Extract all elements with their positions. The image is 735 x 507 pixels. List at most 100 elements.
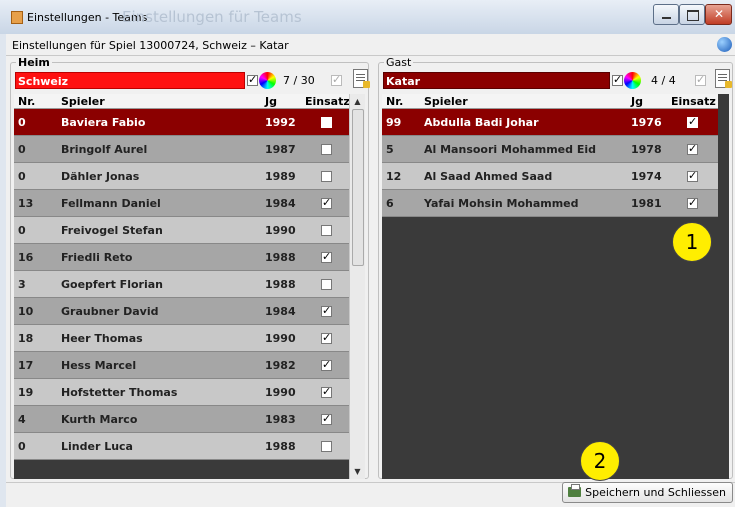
player-row[interactable]: 13 Fellmann Daniel 1984 bbox=[14, 190, 350, 217]
player-jg: 1988 bbox=[265, 278, 296, 291]
close-button[interactable] bbox=[705, 4, 732, 25]
player-name: Graubner David bbox=[61, 305, 159, 318]
player-jg: 1982 bbox=[265, 359, 296, 372]
home-panel: Heim Schweiz 7 / 30 Nr. Spieler Jg Einsa… bbox=[10, 56, 370, 479]
notes-icon[interactable] bbox=[353, 69, 370, 88]
einsatz-checkbox[interactable] bbox=[321, 279, 332, 290]
away-team-checkbox[interactable] bbox=[612, 73, 623, 86]
player-row[interactable]: 18 Heer Thomas 1990 bbox=[14, 325, 350, 352]
col-jg[interactable]: Jg bbox=[631, 95, 643, 108]
scroll-up-icon[interactable]: ▲ bbox=[350, 94, 365, 109]
player-nr: 5 bbox=[386, 143, 394, 156]
player-row[interactable]: 5 Al Mansoori Mohammed Eid 1978 bbox=[382, 136, 718, 163]
player-row[interactable]: 12 Al Saad Ahmed Saad 1974 bbox=[382, 163, 718, 190]
away-select-all-checkbox[interactable] bbox=[695, 73, 706, 86]
einsatz-checkbox[interactable] bbox=[321, 250, 332, 263]
maximize-button[interactable] bbox=[679, 4, 705, 25]
away-rows: 99 Abdulla Badi Johar 1976 5 Al Mansoori Moh… bbox=[382, 109, 718, 217]
col-einsatz[interactable]: Einsatz bbox=[305, 95, 350, 108]
player-row[interactable]: 10 Graubner David 1984 bbox=[14, 298, 350, 325]
minimize-button[interactable] bbox=[653, 4, 679, 25]
player-nr: 0 bbox=[18, 116, 26, 129]
col-spieler[interactable]: Spieler bbox=[424, 95, 468, 108]
color-wheel-icon[interactable] bbox=[624, 72, 641, 89]
col-nr[interactable]: Nr. bbox=[18, 95, 35, 108]
notes-icon[interactable] bbox=[715, 69, 732, 88]
annotation-marker-2: 2 bbox=[580, 441, 620, 481]
player-row[interactable]: 0 Baviera Fabio 1992 bbox=[14, 109, 350, 136]
app-icon bbox=[11, 11, 23, 24]
player-nr: 19 bbox=[18, 386, 34, 399]
player-jg: 1983 bbox=[265, 413, 296, 426]
home-team-checkbox[interactable] bbox=[247, 73, 258, 86]
divider bbox=[6, 55, 735, 56]
player-name: Baviera Fabio bbox=[61, 116, 146, 129]
player-row[interactable]: 6 Yafai Mohsin Mohammed 1981 bbox=[382, 190, 718, 217]
player-nr: 0 bbox=[18, 224, 26, 237]
einsatz-checkbox[interactable] bbox=[321, 358, 332, 371]
einsatz-checkbox[interactable] bbox=[321, 171, 332, 182]
home-scrollbar[interactable]: ▲ ▼ bbox=[349, 94, 365, 479]
scroll-down-icon[interactable]: ▼ bbox=[350, 464, 365, 479]
einsatz-checkbox[interactable] bbox=[321, 196, 332, 209]
einsatz-checkbox[interactable] bbox=[321, 412, 332, 425]
globe-icon[interactable] bbox=[717, 37, 732, 52]
einsatz-checkbox[interactable] bbox=[687, 142, 698, 155]
scroll-thumb[interactable] bbox=[352, 109, 364, 266]
player-name: Dähler Jonas bbox=[61, 170, 140, 183]
einsatz-checkbox[interactable] bbox=[687, 115, 698, 128]
color-wheel-icon[interactable] bbox=[259, 72, 276, 89]
player-row[interactable]: 17 Hess Marcel 1982 bbox=[14, 352, 350, 379]
einsatz-checkbox[interactable] bbox=[321, 117, 332, 128]
player-row[interactable]: 0 Freivogel Stefan 1990 bbox=[14, 217, 350, 244]
player-row[interactable]: 19 Hofstetter Thomas 1990 bbox=[14, 379, 350, 406]
printer-icon bbox=[568, 484, 582, 497]
home-select-all-checkbox[interactable] bbox=[331, 73, 342, 86]
player-jg: 1990 bbox=[265, 332, 296, 345]
player-jg: 1988 bbox=[265, 440, 296, 453]
einsatz-checkbox[interactable] bbox=[321, 385, 332, 398]
player-jg: 1992 bbox=[265, 116, 296, 129]
away-grid-header: Nr. Spieler Jg Einsatz bbox=[382, 94, 718, 109]
dialog-content: Einstellungen für Spiel 13000724, Schwei… bbox=[6, 34, 735, 507]
away-player-grid: Nr. Spieler Jg Einsatz 99 Abdulla Badi Jo… bbox=[382, 94, 729, 479]
save-and-close-button[interactable]: Speichern und Schliessen bbox=[562, 482, 733, 503]
away-player-count: 4 / 4 bbox=[651, 74, 676, 87]
player-row[interactable]: 0 Linder Luca 1988 bbox=[14, 433, 350, 460]
col-jg[interactable]: Jg bbox=[265, 95, 277, 108]
away-team-name[interactable]: Katar bbox=[383, 72, 610, 89]
einsatz-checkbox[interactable] bbox=[321, 441, 332, 452]
away-legend: Gast bbox=[384, 56, 414, 69]
player-jg: 1978 bbox=[631, 143, 662, 156]
player-nr: 4 bbox=[18, 413, 26, 426]
col-einsatz[interactable]: Einsatz bbox=[671, 95, 716, 108]
col-nr[interactable]: Nr. bbox=[386, 95, 403, 108]
player-row[interactable]: 0 Bringolf Aurel 1987 bbox=[14, 136, 350, 163]
einsatz-checkbox[interactable] bbox=[321, 331, 332, 344]
player-row[interactable]: 99 Abdulla Badi Johar 1976 bbox=[382, 109, 718, 136]
einsatz-checkbox[interactable] bbox=[321, 144, 332, 155]
home-player-grid: Nr. Spieler Jg Einsatz 0 Baviera Fabio 199… bbox=[14, 94, 365, 479]
col-spieler[interactable]: Spieler bbox=[61, 95, 105, 108]
player-name: Heer Thomas bbox=[61, 332, 143, 345]
player-row[interactable]: 16 Friedli Reto 1988 bbox=[14, 244, 350, 271]
einsatz-checkbox[interactable] bbox=[687, 169, 698, 182]
player-jg: 1984 bbox=[265, 197, 296, 210]
player-jg: 1981 bbox=[631, 197, 662, 210]
home-team-name[interactable]: Schweiz bbox=[15, 72, 245, 89]
player-nr: 16 bbox=[18, 251, 34, 264]
player-name: Goepfert Florian bbox=[61, 278, 163, 291]
player-name: Kurth Marco bbox=[61, 413, 138, 426]
einsatz-checkbox[interactable] bbox=[321, 304, 332, 317]
match-subtitle: Einstellungen für Spiel 13000724, Schwei… bbox=[12, 39, 289, 52]
player-row[interactable]: 0 Dähler Jonas 1989 bbox=[14, 163, 350, 190]
player-nr: 99 bbox=[386, 116, 402, 129]
player-row[interactable]: 4 Kurth Marco 1983 bbox=[14, 406, 350, 433]
player-row[interactable]: 3 Goepfert Florian 1988 bbox=[14, 271, 350, 298]
player-jg: 1976 bbox=[631, 116, 662, 129]
einsatz-checkbox[interactable] bbox=[687, 196, 698, 209]
player-nr: 13 bbox=[18, 197, 34, 210]
einsatz-checkbox[interactable] bbox=[321, 225, 332, 236]
player-name: Fellmann Daniel bbox=[61, 197, 161, 210]
player-jg: 1990 bbox=[265, 224, 296, 237]
